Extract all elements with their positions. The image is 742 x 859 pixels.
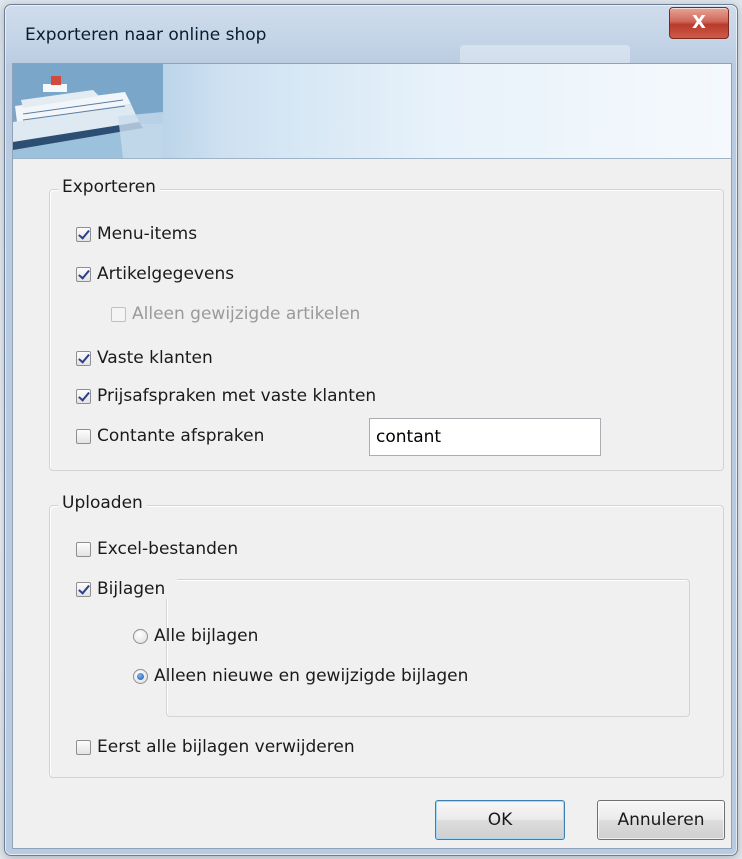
- alleen-gewijzigde-artikelen-checkbox[interactable]: Alleen gewijzigde artikelen: [111, 304, 360, 324]
- prijsafspraken-label: Prijsafspraken met vaste klanten: [97, 386, 377, 406]
- menu-items-checkbox[interactable]: Menu-items: [76, 224, 197, 244]
- bijlagen-checkbox[interactable]: Bijlagen: [76, 579, 178, 599]
- dialog-window: Exporteren naar online shop X Exporteren: [4, 4, 738, 856]
- excel-bestanden-checkbox[interactable]: Excel-bestanden: [76, 539, 238, 559]
- eerst-verwijderen-checkbox[interactable]: Eerst alle bijlagen verwijderen: [76, 737, 355, 757]
- radio-nieuwe-label: Alleen nieuwe en gewijzigde bijlagen: [154, 666, 469, 686]
- titlebar-glass: [460, 45, 630, 65]
- contante-afspraken-check-icon[interactable]: [76, 428, 91, 444]
- menu-items-check-icon[interactable]: [76, 226, 91, 242]
- upload-group-legend: Uploaden: [58, 493, 147, 513]
- verwijderen-label: Eerst alle bijlagen verwijderen: [97, 737, 355, 757]
- close-button[interactable]: X: [669, 7, 729, 39]
- title-bar[interactable]: Exporteren naar online shop X: [5, 5, 737, 65]
- radio-alleen-nieuwe[interactable]: Alleen nieuwe en gewijzigde bijlagen: [133, 666, 468, 686]
- bijlagen-label: Bijlagen: [97, 579, 166, 599]
- prijsafspraken-check-icon[interactable]: [76, 388, 91, 404]
- bijlagen-options-frame: [166, 579, 690, 717]
- alleen-gewijzigde-check-icon[interactable]: [111, 306, 126, 322]
- contant-input[interactable]: [369, 418, 601, 456]
- radio-alle-icon[interactable]: [133, 628, 148, 644]
- vaste-klanten-checkbox[interactable]: Vaste klanten: [76, 348, 213, 368]
- prijsafspraken-checkbox[interactable]: Prijsafspraken met vaste klanten: [76, 386, 376, 406]
- contante-afspraken-checkbox[interactable]: Contante afspraken: [76, 426, 264, 446]
- radio-nieuwe-icon[interactable]: [133, 668, 148, 684]
- bijlagen-check-icon[interactable]: [76, 581, 91, 597]
- vaste-klanten-check-icon[interactable]: [76, 350, 91, 366]
- radio-alle-label: Alle bijlagen: [154, 626, 259, 646]
- dialog-client-area: Exporteren Menu-items Artikelgegevens Al…: [12, 63, 732, 849]
- excel-check-icon[interactable]: [76, 541, 91, 557]
- ok-button[interactable]: OK: [435, 800, 565, 840]
- radio-alle-bijlagen[interactable]: Alle bijlagen: [133, 626, 258, 646]
- artikelgegevens-check-icon[interactable]: [76, 266, 91, 282]
- vaste-klanten-label: Vaste klanten: [97, 348, 213, 368]
- header-banner: [13, 64, 731, 159]
- excel-label: Excel-bestanden: [97, 539, 239, 559]
- verwijderen-check-icon[interactable]: [76, 739, 91, 755]
- window-title: Exporteren naar online shop: [25, 25, 267, 45]
- artikelgegevens-checkbox[interactable]: Artikelgegevens: [76, 264, 234, 284]
- menu-items-label: Menu-items: [97, 224, 198, 244]
- contante-afspraken-label: Contante afspraken: [97, 426, 265, 446]
- alleen-gewijzigde-label: Alleen gewijzigde artikelen: [132, 304, 361, 324]
- artikelgegevens-label: Artikelgegevens: [97, 264, 235, 284]
- annuleren-button[interactable]: Annuleren: [597, 800, 725, 840]
- cruise-ship-image: [13, 64, 163, 158]
- export-group-legend: Exporteren: [58, 177, 160, 197]
